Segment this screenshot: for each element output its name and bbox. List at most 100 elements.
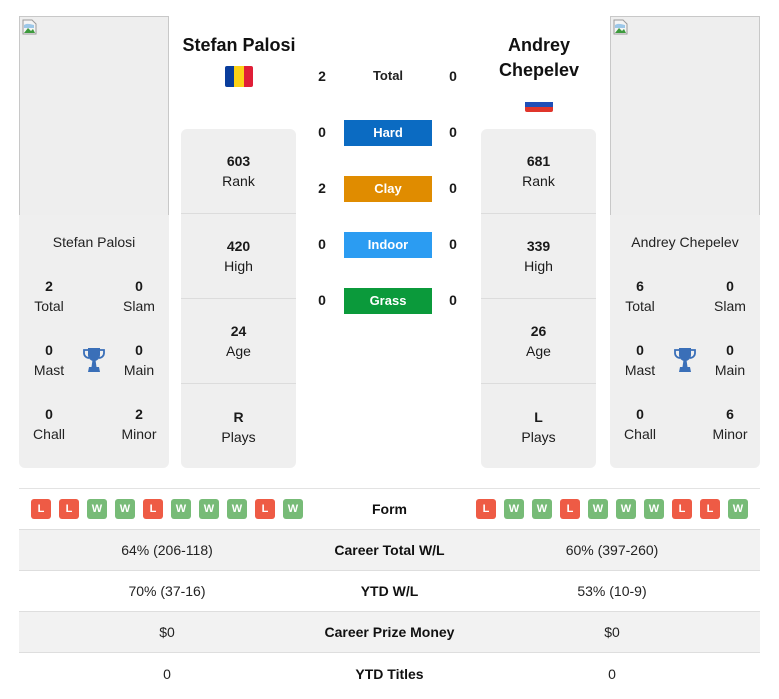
right-stat-rank: 681 Rank [481,129,596,214]
form-win-badge[interactable]: W [588,499,608,519]
right-titles-slam: 0 Slam [714,278,746,314]
form-loss-badge[interactable]: L [59,499,79,519]
left-titles-chall: 0 Chall [33,406,65,442]
left-player-name[interactable]: Stefan Palosi [174,33,304,58]
right-form-badges: LWWLWWWLLW [464,499,760,519]
left-player-stats: 603 Rank 420 High 24 Age R Plays [181,129,296,468]
form-win-badge[interactable]: W [532,499,552,519]
broken-image-icon [613,19,628,35]
h2h-grass-row: 0 Grass 0 [310,288,470,314]
row-label: Career Prize Money [324,624,455,640]
form-win-badge[interactable]: W [171,499,191,519]
form-win-badge[interactable]: W [227,499,247,519]
form-loss-badge[interactable]: L [255,499,275,519]
h2h-right-count: 0 [449,236,457,252]
form-label: Form [372,501,407,517]
right-stat-age: 26 Age [481,299,596,384]
h2h-clay-row: 2 Clay 0 [310,176,470,202]
h2h-right-count: 0 [449,292,457,308]
left-value: 0 [163,665,171,682]
right-player-name[interactable]: Andrey Chepelev [474,33,604,83]
row-label: YTD Titles [355,665,424,682]
trophy-icon [674,348,696,372]
left-stat-rank: 603 Rank [181,129,296,214]
form-loss-badge[interactable]: L [31,499,51,519]
form-win-badge[interactable]: W [199,499,219,519]
form-loss-badge[interactable]: L [700,499,720,519]
left-form-badges: LLWWLWWWLW [19,499,315,519]
form-win-badge[interactable]: W [728,499,748,519]
h2h-left-count: 0 [318,236,326,252]
right-player-card-name: Andrey Chepelev [631,234,739,250]
flag-stripe [234,66,244,87]
right-stat-plays: L Plays [521,408,556,445]
left-player-photo [19,16,169,216]
h2h-total-label: Total [372,68,404,83]
table-row: 70% (37-16) YTD W/L 53% (10-9) [19,571,760,612]
left-titles-slam: 0 Slam [123,278,155,314]
h2h-left-count: 0 [318,292,326,308]
right-value: 0 [608,665,616,682]
form-win-badge[interactable]: W [283,499,303,519]
left-value: 64% (206-118) [121,542,213,558]
left-titles-main: 0 Main [123,342,155,378]
right-player-titles-card: Andrey Chepelev 6 Total 0 Slam 0 Mast 0 Main… [610,215,760,468]
table-row: $0 Career Prize Money $0 [19,612,760,653]
right-value: 60% (397-260) [565,542,659,558]
form-win-badge[interactable]: W [87,499,107,519]
surface-grass-badge[interactable]: Grass [344,288,432,314]
h2h-right-count: 0 [449,180,457,196]
left-stat-age: 24 Age [181,299,296,384]
h2h-left-count: 2 [318,180,326,196]
surface-indoor-badge[interactable]: Indoor [344,232,432,258]
right-player-stats: 681 Rank 339 High 26 Age L Plays [481,129,596,468]
right-player-photo [610,16,760,216]
right-titles-mast: 0 Mast [624,342,656,378]
row-label: YTD W/L [360,583,419,599]
table-row: 64% (206-118) Career Total W/L 60% (397-… [19,530,760,571]
row-label: Career Total W/L [334,542,445,558]
right-titles-total: 6 Total [625,278,655,314]
h2h-left-count: 0 [318,124,326,140]
right-value: 53% (10-9) [577,583,647,599]
right-stat-high: 339 High [481,214,596,299]
h2h-total-row: 2 Total 0 [310,64,470,90]
h2h-right-count: 0 [449,124,457,140]
form-win-badge[interactable]: W [115,499,135,519]
flag-stripe [225,66,235,87]
left-titles-mast: 0 Mast [33,342,65,378]
left-player-titles-card: Stefan Palosi 2 Total 0 Slam 0 Mast 0 Main 0… [19,215,169,468]
left-stat-plays: R Plays [221,408,256,445]
romania-flag-icon [225,66,253,87]
form-loss-badge[interactable]: L [476,499,496,519]
comparison-table: LLWWLWWWLW Form LWWLWWWLLW 64% (206-118)… [19,488,760,694]
left-player-card-name: Stefan Palosi [52,234,136,250]
right-titles-minor: 6 Minor [712,406,748,442]
surface-clay-badge[interactable]: Clay [344,176,432,202]
trophy-icon [83,348,105,372]
form-row: LLWWLWWWLW Form LWWLWWWLLW [19,489,760,530]
form-win-badge[interactable]: W [504,499,524,519]
russia-flag-icon [525,97,553,112]
h2h-right-count: 0 [449,68,457,84]
form-loss-badge[interactable]: L [560,499,580,519]
surface-hard-badge[interactable]: Hard [344,120,432,146]
h2h-indoor-row: 0 Indoor 0 [310,232,470,258]
table-row: 0 YTD Titles 0 [19,653,760,694]
right-value: $0 [604,624,620,640]
form-win-badge[interactable]: W [616,499,636,519]
left-value: 70% (37-16) [128,583,206,599]
left-titles-minor: 2 Minor [121,406,157,442]
left-value: $0 [159,624,175,640]
right-titles-main: 0 Main [714,342,746,378]
h2h-hard-row: 0 Hard 0 [310,120,470,146]
left-titles-total: 2 Total [34,278,64,314]
broken-image-icon [22,19,37,35]
left-stat-high: 420 High [181,214,296,299]
form-loss-badge[interactable]: L [143,499,163,519]
h2h-left-count: 2 [318,68,326,84]
form-loss-badge[interactable]: L [672,499,692,519]
flag-stripe [243,66,253,87]
form-win-badge[interactable]: W [644,499,664,519]
right-titles-chall: 0 Chall [624,406,656,442]
